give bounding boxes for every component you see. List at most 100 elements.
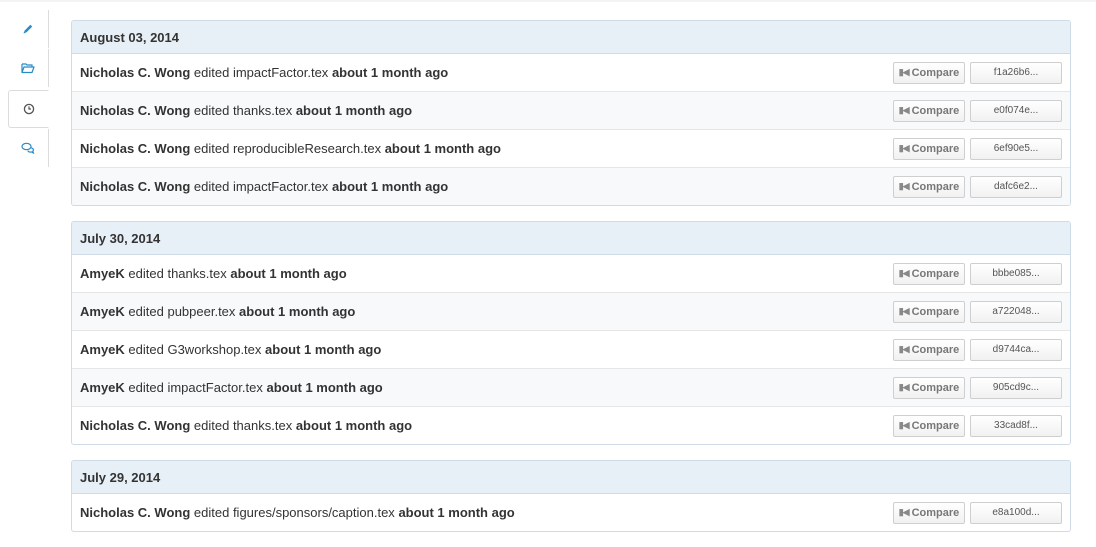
compare-button[interactable]: ▮◀ Compare: [893, 137, 965, 160]
history-entry-row: Nicholas C. Wong edited thanks.tex about…: [72, 406, 1070, 444]
entry-verb: edited: [128, 380, 164, 395]
entry-verb: edited: [193, 65, 230, 80]
commit-sha-button[interactable]: a722048...: [970, 300, 1062, 323]
sidebar-tabs: [8, 10, 50, 170]
compare-button[interactable]: ▮◀ Compare: [893, 175, 965, 198]
entry-verb: edited: [193, 505, 230, 520]
history-day-group: July 29, 2014 Nicholas C. Wong edited fi…: [71, 460, 1071, 532]
step-backward-icon: ▮◀: [898, 306, 910, 316]
compare-button[interactable]: ▮◀ Compare: [893, 414, 965, 437]
day-header: July 30, 2014: [72, 222, 1070, 255]
commit-sha-button[interactable]: d9744ca...: [970, 338, 1062, 361]
compare-button[interactable]: ▮◀ Compare: [893, 501, 965, 524]
step-backward-icon: ▮◀: [898, 382, 910, 392]
entry-actions: ▮◀ Compare e0f074e...: [893, 99, 1062, 122]
entry-actions: ▮◀ Compare bbbe085...: [893, 262, 1062, 285]
entry-user[interactable]: AmyeK: [80, 304, 125, 319]
commit-sha-button[interactable]: e8a100d...: [970, 501, 1062, 524]
compare-label: Compare: [911, 506, 960, 519]
entry-verb: edited: [193, 418, 230, 433]
entry-description: AmyeK edited impactFactor.tex about 1 mo…: [80, 380, 383, 395]
entry-time: about 1 month ago: [384, 141, 501, 156]
commit-sha-button[interactable]: dafc6e2...: [970, 175, 1062, 198]
compare-label: Compare: [911, 381, 960, 394]
entry-time: about 1 month ago: [331, 179, 449, 194]
entry-verb: edited: [193, 141, 230, 156]
tab-files[interactable]: [8, 49, 49, 87]
chat-icon: [21, 142, 35, 154]
day-header: August 03, 2014: [72, 21, 1070, 54]
entry-verb: edited: [193, 103, 230, 118]
history-entry-row: AmyeK edited pubpeer.tex about 1 month a…: [72, 292, 1070, 330]
compare-button[interactable]: ▮◀ Compare: [893, 300, 965, 323]
compare-button[interactable]: ▮◀ Compare: [893, 338, 965, 361]
commit-sha-button[interactable]: 33cad8f...: [970, 414, 1062, 437]
compare-label: Compare: [911, 267, 960, 280]
entry-user[interactable]: Nicholas C. Wong: [80, 65, 190, 80]
entry-actions: ▮◀ Compare 6ef90e5...: [893, 137, 1062, 160]
entry-user[interactable]: Nicholas C. Wong: [80, 103, 190, 118]
step-backward-icon: ▮◀: [898, 344, 910, 354]
history-list: August 03, 2014 Nicholas C. Wong edited …: [71, 20, 1071, 547]
entry-user[interactable]: Nicholas C. Wong: [80, 179, 190, 194]
entry-user[interactable]: Nicholas C. Wong: [80, 141, 190, 156]
compare-label: Compare: [911, 104, 960, 117]
entry-description: Nicholas C. Wong edited reproducibleRese…: [80, 141, 501, 156]
entry-verb: edited: [193, 179, 230, 194]
tab-chat[interactable]: [8, 129, 49, 167]
entry-description: Nicholas C. Wong edited impactFactor.tex…: [80, 65, 448, 80]
top-divider: [0, 0, 1096, 2]
entry-user[interactable]: AmyeK: [80, 266, 125, 281]
entry-user[interactable]: Nicholas C. Wong: [80, 418, 190, 433]
tab-history[interactable]: [8, 90, 49, 128]
entry-time: about 1 month ago: [295, 103, 413, 118]
entry-time: about 1 month ago: [295, 418, 413, 433]
history-day-group: August 03, 2014 Nicholas C. Wong edited …: [71, 20, 1071, 206]
history-entry-row: Nicholas C. Wong edited impactFactor.tex…: [72, 54, 1070, 91]
entry-description: AmyeK edited G3workshop.tex about 1 mont…: [80, 342, 381, 357]
entry-actions: ▮◀ Compare f1a26b6...: [893, 61, 1062, 84]
entry-user[interactable]: AmyeK: [80, 342, 125, 357]
pencil-icon: [22, 23, 34, 35]
history-entry-row: AmyeK edited G3workshop.tex about 1 mont…: [72, 330, 1070, 368]
entry-file: reproducibleResearch.tex: [232, 141, 382, 156]
entry-file: G3workshop.tex: [167, 342, 262, 357]
history-entry-row: AmyeK edited impactFactor.tex about 1 mo…: [72, 368, 1070, 406]
entry-user[interactable]: AmyeK: [80, 380, 125, 395]
entry-user[interactable]: Nicholas C. Wong: [80, 505, 190, 520]
entry-actions: ▮◀ Compare dafc6e2...: [893, 175, 1062, 198]
entry-time: about 1 month ago: [239, 304, 356, 319]
commit-sha-button[interactable]: 6ef90e5...: [970, 137, 1062, 160]
entry-time: about 1 month ago: [398, 505, 515, 520]
entry-verb: edited: [128, 304, 164, 319]
compare-button[interactable]: ▮◀ Compare: [893, 262, 965, 285]
step-backward-icon: ▮◀: [898, 268, 910, 278]
history-entry-row: Nicholas C. Wong edited reproducibleRese…: [72, 129, 1070, 167]
compare-label: Compare: [911, 419, 960, 432]
step-backward-icon: ▮◀: [898, 105, 910, 115]
entry-description: Nicholas C. Wong edited figures/sponsors…: [80, 505, 515, 520]
compare-button[interactable]: ▮◀ Compare: [893, 61, 965, 84]
entry-actions: ▮◀ Compare 33cad8f...: [893, 414, 1062, 437]
commit-sha-button[interactable]: bbbe085...: [970, 262, 1062, 285]
entry-time: about 1 month ago: [230, 266, 347, 281]
entry-description: Nicholas C. Wong edited thanks.tex about…: [80, 103, 412, 118]
entry-description: AmyeK edited thanks.tex about 1 month ag…: [80, 266, 347, 281]
commit-sha-button[interactable]: f1a26b6...: [970, 61, 1062, 84]
compare-button[interactable]: ▮◀ Compare: [893, 99, 965, 122]
commit-sha-button[interactable]: e0f074e...: [970, 99, 1062, 122]
compare-label: Compare: [911, 343, 960, 356]
history-entry-row: Nicholas C. Wong edited thanks.tex about…: [72, 91, 1070, 129]
step-backward-icon: ▮◀: [898, 181, 910, 191]
history-day-group: July 30, 2014 AmyeK edited thanks.tex ab…: [71, 221, 1071, 445]
compare-label: Compare: [911, 142, 960, 155]
commit-sha-button[interactable]: 905cd9c...: [970, 376, 1062, 399]
entry-actions: ▮◀ Compare d9744ca...: [893, 338, 1062, 361]
compare-button[interactable]: ▮◀ Compare: [893, 376, 965, 399]
entry-file: figures/sponsors/caption.tex: [232, 505, 395, 520]
entry-time: about 1 month ago: [331, 65, 449, 80]
step-backward-icon: ▮◀: [898, 143, 910, 153]
clock-icon: [23, 103, 35, 115]
tab-edit[interactable]: [8, 10, 49, 48]
entry-description: Nicholas C. Wong edited thanks.tex about…: [80, 418, 412, 433]
